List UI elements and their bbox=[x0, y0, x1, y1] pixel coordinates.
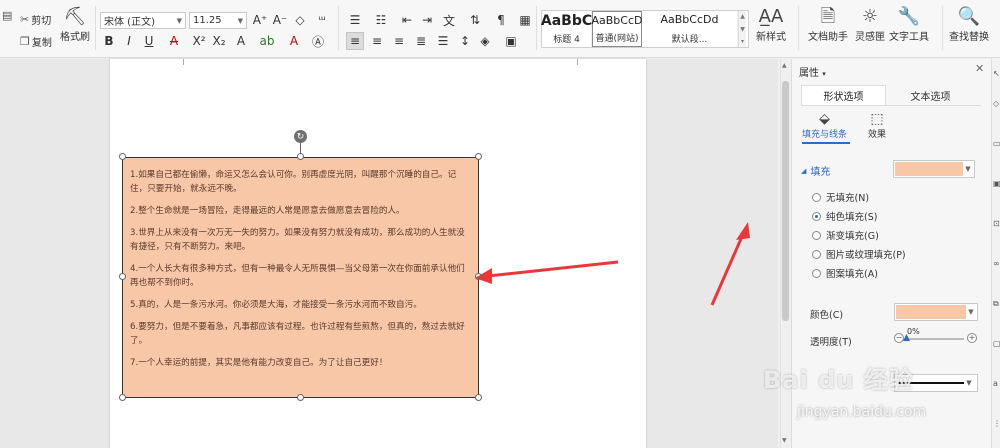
tab-divider bbox=[801, 105, 981, 106]
chevron-down-icon: ▼ bbox=[782, 437, 787, 444]
fill-option-label: 渐变填充(G) bbox=[826, 231, 879, 242]
minus-icon: − bbox=[895, 333, 903, 342]
arrow-head bbox=[475, 268, 492, 284]
solid-color-picker[interactable]: ▼ bbox=[894, 303, 978, 321]
color-label: 颜色(C) bbox=[810, 310, 844, 321]
fill-option-pattern[interactable]: 图案填充(A) bbox=[812, 266, 878, 280]
effects-icon: ⬚ bbox=[870, 111, 884, 127]
crop-icon[interactable]: ⊡ bbox=[993, 219, 1000, 228]
comment-icon[interactable]: ▢ bbox=[993, 339, 1000, 348]
select-icon[interactable]: ↖ bbox=[993, 69, 1000, 78]
fill-color-swatch bbox=[895, 162, 963, 176]
tab-label: 文本选项 bbox=[910, 91, 951, 103]
tab-shape-options[interactable]: 形状选项 bbox=[801, 85, 886, 105]
side-toolbar: ↖ ◇ ▭ ▣ ⊡ ∞ ⧉ ▢ a ⋮ bbox=[991, 59, 1000, 448]
fill-option-label: 图案填充(A) bbox=[826, 269, 878, 280]
fill-section-header[interactable]: ◢ 填充 bbox=[801, 163, 831, 179]
fill-option-gradient[interactable]: 渐变填充(G) bbox=[812, 228, 879, 242]
chevron-up-icon: ▲ bbox=[782, 62, 787, 69]
watermark-logo-text: Bai du 经验 bbox=[763, 366, 914, 394]
watermark-url: jingyan.baidu.com bbox=[797, 404, 927, 420]
chevron-down-icon: ▼ bbox=[968, 308, 974, 316]
radio-button[interactable] bbox=[812, 249, 821, 259]
fill-section-label: 填充 bbox=[810, 167, 831, 178]
subtab-effects[interactable]: ⬚ 效果 bbox=[868, 111, 886, 140]
chevron-down-icon: ▾ bbox=[822, 70, 826, 78]
tab-label: 形状选项 bbox=[823, 92, 864, 103]
subtab-label: 填充与线条 bbox=[802, 130, 848, 140]
radio-button[interactable] bbox=[812, 211, 821, 221]
text-icon[interactable]: a bbox=[993, 379, 998, 388]
radio-button[interactable] bbox=[812, 192, 821, 202]
collapse-triangle-icon: ◢ bbox=[801, 166, 807, 175]
fill-option-label: 无填充(N) bbox=[826, 193, 870, 204]
picture-icon[interactable]: ▣ bbox=[993, 179, 1000, 188]
transparency-slider[interactable]: − + bbox=[894, 331, 978, 345]
panel-title-text: 属性 bbox=[799, 68, 819, 79]
increase-button[interactable]: + bbox=[967, 333, 977, 343]
fill-option-label: 纯色填充(S) bbox=[826, 212, 878, 223]
layout-icon[interactable]: ▭ bbox=[993, 139, 1000, 148]
baidu-jingyan-logo: Bai du 经验 bbox=[763, 360, 914, 395]
subtab-label: 效果 bbox=[868, 130, 887, 140]
subtab-fill-line[interactable]: ⬙ 填充与线条 bbox=[802, 111, 847, 140]
decrease-button[interactable]: − bbox=[894, 333, 904, 343]
fill-option-solid[interactable]: 纯色填充(S) bbox=[812, 209, 877, 223]
arrow-head bbox=[736, 222, 750, 240]
close-panel-button[interactable]: ✕ bbox=[975, 62, 984, 75]
chevron-down-icon: ▼ bbox=[966, 379, 972, 387]
link-icon[interactable]: ∞ bbox=[993, 259, 1000, 268]
scroll-thumb[interactable] bbox=[782, 81, 789, 321]
fill-color-picker[interactable]: ▼ bbox=[893, 160, 975, 178]
panel-title[interactable]: 属性 ▾ bbox=[799, 64, 826, 79]
annotation-arrow bbox=[710, 231, 746, 306]
radio-button[interactable] bbox=[812, 230, 821, 240]
fill-option-none[interactable]: 无填充(N) bbox=[812, 190, 869, 204]
solid-color-swatch bbox=[896, 305, 966, 319]
annotation-arrow bbox=[487, 260, 619, 278]
more-icon[interactable]: ⋮ bbox=[993, 419, 1000, 428]
radio-button[interactable] bbox=[812, 268, 821, 278]
fill-option-picture[interactable]: 图片或纹理填充(P) bbox=[812, 247, 906, 261]
chevron-down-icon: ▼ bbox=[965, 165, 971, 173]
fill-option-label: 图片或纹理填充(P) bbox=[826, 250, 906, 261]
fill-bucket-icon: ⬙ bbox=[819, 111, 830, 127]
shape-icon[interactable]: ◇ bbox=[993, 99, 999, 108]
close-icon: ✕ bbox=[975, 62, 985, 75]
tab-text-options[interactable]: 文本选项 bbox=[888, 85, 973, 105]
plus-icon: + bbox=[968, 333, 976, 342]
group-icon[interactable]: ⧉ bbox=[993, 299, 999, 309]
transparency-label: 透明度(T) bbox=[810, 337, 852, 348]
slider-track[interactable] bbox=[906, 338, 964, 340]
subtab-indicator bbox=[802, 142, 850, 144]
